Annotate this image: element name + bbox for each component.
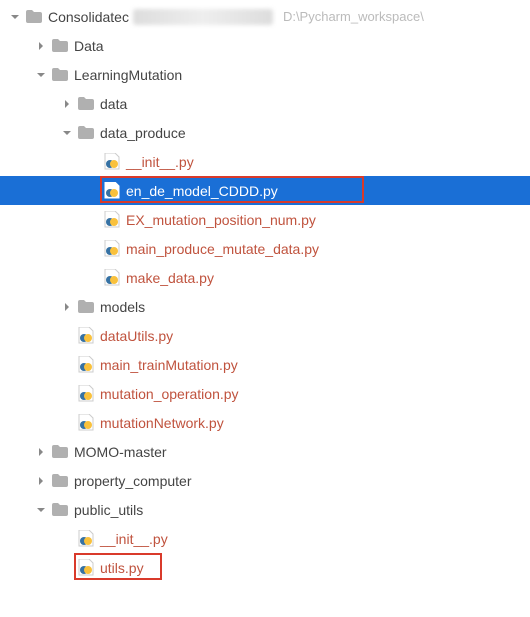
indent-spacer: [0, 321, 58, 350]
node-label: utils.py: [100, 560, 144, 576]
indent-spacer: [0, 205, 84, 234]
node-label: main_produce_mutate_data.py: [126, 241, 319, 257]
redacted-region: [133, 9, 273, 25]
path-hint: D:\Pycharm_workspace\: [283, 9, 424, 24]
node-label: models: [100, 299, 145, 315]
tree-file-row[interactable]: __init__.py: [0, 147, 530, 176]
node-label: mutationNetwork.py: [100, 415, 224, 431]
tree-file-row[interactable]: en_de_model_CDDD.py: [0, 176, 530, 205]
chevron-down-icon[interactable]: [32, 71, 50, 79]
tree-file-row[interactable]: __init__.py: [0, 524, 530, 553]
folder-icon: [76, 97, 96, 110]
tree-file-row[interactable]: dataUtils.py: [0, 321, 530, 350]
tree-folder-row[interactable]: LearningMutation: [0, 60, 530, 89]
node-label: public_utils: [74, 502, 143, 518]
node-label: MOMO-master: [74, 444, 167, 460]
tree-folder-row[interactable]: property_computer: [0, 466, 530, 495]
node-label: property_computer: [74, 473, 192, 489]
tree-folder-row[interactable]: MOMO-master: [0, 437, 530, 466]
node-label: data: [100, 96, 127, 112]
indent-spacer: [0, 379, 58, 408]
node-label: dataUtils.py: [100, 328, 173, 344]
indent-spacer: [0, 292, 58, 321]
indent-spacer: [0, 234, 84, 263]
chevron-right-icon[interactable]: [58, 303, 76, 311]
python-file-icon: [76, 530, 96, 547]
indent-spacer: [0, 524, 58, 553]
indent-spacer: [0, 263, 84, 292]
tree-folder-row[interactable]: data_produce: [0, 118, 530, 147]
node-label: Data: [74, 38, 104, 54]
folder-icon: [50, 39, 70, 52]
folder-icon: [24, 10, 44, 23]
tree-file-row[interactable]: make_data.py: [0, 263, 530, 292]
node-label: __init__.py: [100, 531, 168, 547]
tree-folder-row[interactable]: public_utils: [0, 495, 530, 524]
tree-folder-row[interactable]: Data: [0, 31, 530, 60]
indent-spacer: [0, 408, 58, 437]
tree-file-row[interactable]: utils.py: [0, 553, 530, 582]
chevron-down-icon[interactable]: [32, 506, 50, 514]
indent-spacer: [0, 437, 32, 466]
indent-spacer: [0, 176, 84, 205]
folder-icon: [50, 445, 70, 458]
folder-icon: [50, 474, 70, 487]
python-file-icon: [102, 211, 122, 228]
node-label: Consolidatec: [48, 9, 129, 25]
chevron-down-icon[interactable]: [58, 129, 76, 137]
python-file-icon: [76, 385, 96, 402]
indent-spacer: [0, 118, 58, 147]
tree-folder-row[interactable]: Consolidatec D:\Pycharm_workspace\: [0, 2, 530, 31]
indent-spacer: [0, 89, 58, 118]
indent-spacer: [0, 31, 32, 60]
node-label: EX_mutation_position_num.py: [126, 212, 316, 228]
folder-icon: [50, 503, 70, 516]
python-file-icon: [76, 356, 96, 373]
tree-folder-row[interactable]: models: [0, 292, 530, 321]
indent-spacer: [0, 495, 32, 524]
python-file-icon: [76, 414, 96, 431]
node-label: en_de_model_CDDD.py: [126, 183, 278, 199]
tree-file-row[interactable]: main_trainMutation.py: [0, 350, 530, 379]
indent-spacer: [0, 350, 58, 379]
indent-spacer: [0, 147, 84, 176]
python-file-icon: [76, 559, 96, 576]
tree-folder-row[interactable]: data: [0, 89, 530, 118]
tree-file-row[interactable]: EX_mutation_position_num.py: [0, 205, 530, 234]
node-label: __init__.py: [126, 154, 194, 170]
indent-spacer: [0, 553, 58, 582]
indent-spacer: [0, 466, 32, 495]
node-label: data_produce: [100, 125, 186, 141]
chevron-right-icon[interactable]: [32, 42, 50, 50]
chevron-right-icon[interactable]: [32, 448, 50, 456]
chevron-right-icon[interactable]: [32, 477, 50, 485]
tree-file-row[interactable]: mutation_operation.py: [0, 379, 530, 408]
chevron-down-icon[interactable]: [6, 13, 24, 21]
folder-icon: [76, 126, 96, 139]
python-file-icon: [102, 153, 122, 170]
indent-spacer: [0, 60, 32, 89]
node-label: LearningMutation: [74, 67, 182, 83]
python-file-icon: [76, 327, 96, 344]
chevron-right-icon[interactable]: [58, 100, 76, 108]
folder-icon: [50, 68, 70, 81]
node-label: main_trainMutation.py: [100, 357, 238, 373]
project-tree[interactable]: Consolidatec D:\Pycharm_workspace\ Data Lea…: [0, 0, 530, 582]
python-file-icon: [102, 240, 122, 257]
python-file-icon: [102, 269, 122, 286]
python-file-icon: [102, 182, 122, 199]
tree-file-row[interactable]: main_produce_mutate_data.py: [0, 234, 530, 263]
node-label: mutation_operation.py: [100, 386, 239, 402]
folder-icon: [76, 300, 96, 313]
tree-file-row[interactable]: mutationNetwork.py: [0, 408, 530, 437]
node-label: make_data.py: [126, 270, 214, 286]
